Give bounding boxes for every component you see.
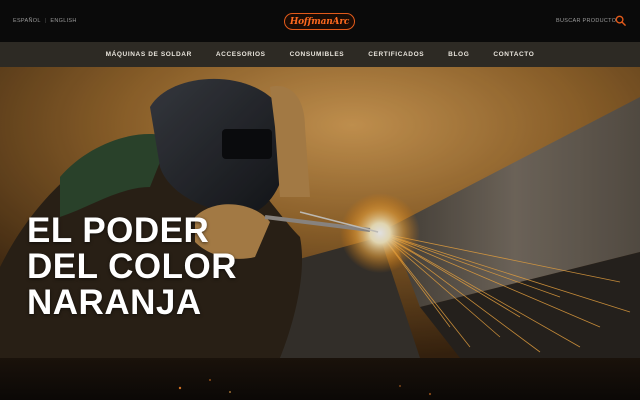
language-separator: | bbox=[44, 18, 47, 24]
hero-headline-line-3: NARANJA bbox=[27, 283, 202, 322]
nav-item-maquinas-de-soldar[interactable]: MÁQUINAS DE SOLDAR bbox=[106, 51, 192, 58]
search-product-link[interactable]: BUSCAR PRODUCTO bbox=[556, 18, 616, 24]
nav-item-certificados[interactable]: CERTIFICADOS bbox=[368, 51, 424, 58]
nav-item-blog[interactable]: BLOG bbox=[448, 51, 469, 58]
main-navigation: MÁQUINAS DE SOLDAR ACCESORIOS CONSUMIBLE… bbox=[0, 42, 640, 67]
language-spanish-link[interactable]: ESPAÑOL bbox=[13, 18, 41, 24]
logo-text: HoffmanArc bbox=[289, 16, 350, 27]
hero-headline-line-1: EL PODER bbox=[27, 211, 210, 250]
nav-item-accesorios[interactable]: ACCESORIOS bbox=[216, 51, 266, 58]
nav-item-contacto[interactable]: CONTACTO bbox=[493, 51, 534, 58]
nav-item-consumibles[interactable]: CONSUMIBLES bbox=[290, 51, 345, 58]
top-header: ESPAÑOL | ENGLISH HoffmanArc BUSCAR PROD… bbox=[0, 0, 640, 42]
hero-headline: EL PODER DEL COLOR NARANJA bbox=[27, 213, 237, 321]
language-switcher: ESPAÑOL | ENGLISH bbox=[13, 18, 77, 24]
next-section-preview bbox=[0, 358, 640, 400]
language-english-link[interactable]: ENGLISH bbox=[50, 18, 76, 24]
brand-logo[interactable]: HoffmanArc bbox=[284, 13, 355, 30]
embers-decoration bbox=[178, 379, 432, 396]
hero-banner: EL PODER DEL COLOR NARANJA bbox=[0, 67, 640, 358]
search-icon[interactable] bbox=[615, 15, 626, 26]
hero-headline-line-2: DEL COLOR bbox=[27, 247, 237, 286]
